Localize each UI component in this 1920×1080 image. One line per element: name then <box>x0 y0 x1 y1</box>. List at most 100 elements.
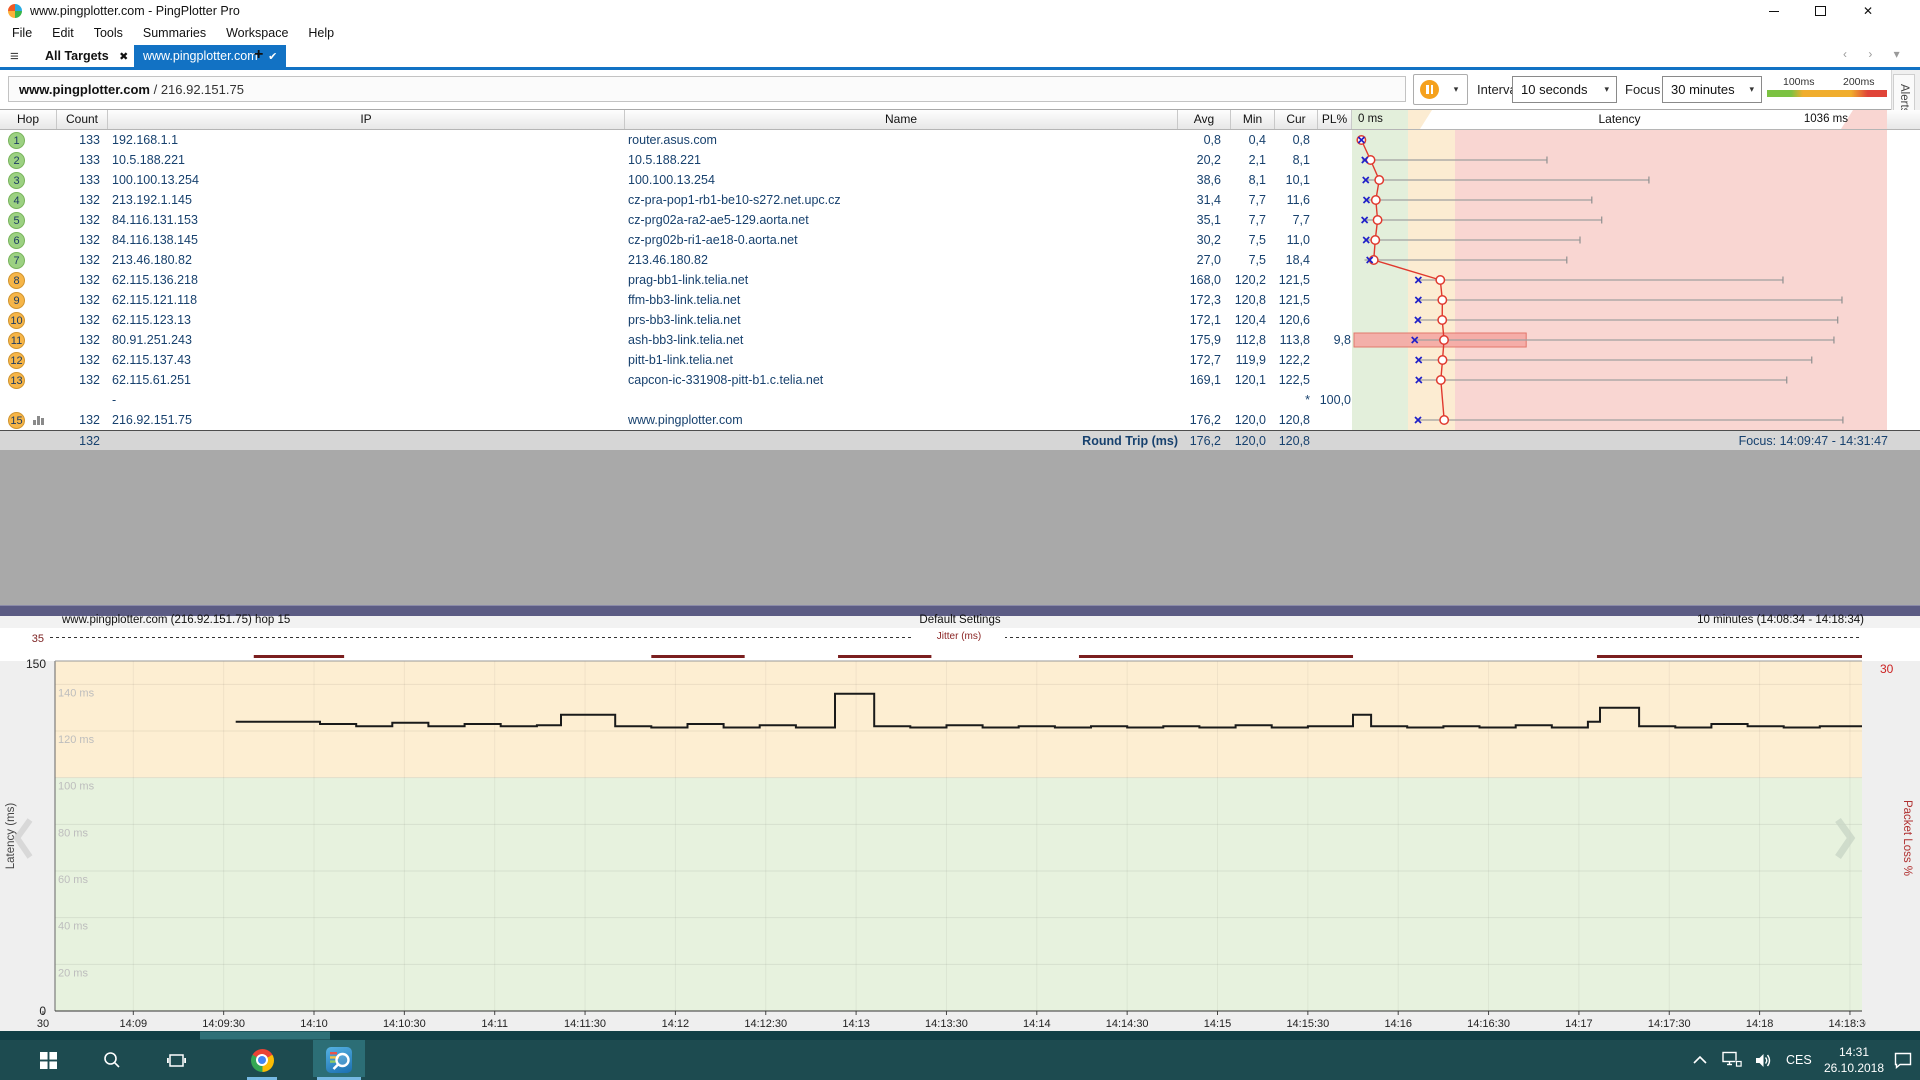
cell-pl <box>1251 170 1351 190</box>
cell-pl <box>1251 250 1351 270</box>
column-header-latency-graph[interactable]: 0 ms Latency 1036 ms <box>1352 110 1887 129</box>
tab-active-label: www.pingplotter.com <box>143 49 258 63</box>
hop-number-badge: 3 <box>8 172 25 189</box>
tray-volume-button[interactable] <box>1754 1040 1786 1080</box>
x-axis-tick-label: 14:14:30 <box>1106 1018 1149 1030</box>
x-axis-tick-label: 14:12 <box>662 1018 690 1030</box>
timeline-header: www.pingplotter.com (216.92.151.75) hop … <box>0 616 1920 628</box>
tab-all-targets[interactable]: All Targets ✖ <box>36 45 137 67</box>
pause-icon <box>1420 80 1439 99</box>
menu-edit[interactable]: Edit <box>42 22 84 45</box>
x-axis-tick-label: 14:14 <box>1023 1018 1051 1030</box>
tab-bar: ≡ All Targets ✖ www.pingplotter.com ✔ + … <box>0 45 1920 70</box>
cell-count: 133 <box>57 130 100 150</box>
tab-scroll-arrows[interactable]: ‹ › ▾ <box>1843 47 1909 61</box>
tray-network-button[interactable] <box>1722 1040 1754 1080</box>
hop-number-badge: 9 <box>8 292 25 309</box>
hop-number-badge: 5 <box>8 212 25 229</box>
target-ip: 216.92.151.75 <box>161 82 244 97</box>
latency-axis-max-label: 1036 ms <box>1804 110 1848 129</box>
right-axis-title: Packet Loss % <box>1901 800 1913 876</box>
tab-active-target[interactable]: www.pingplotter.com ✔ <box>134 45 286 67</box>
hop-number-badge: 13 <box>8 372 25 389</box>
cell-ip: 62.115.137.43 <box>112 350 512 370</box>
cell-ip: 10.5.188.221 <box>112 150 512 170</box>
close-button[interactable]: ✕ <box>1845 0 1891 22</box>
x-axis-tick-label: 14:13 <box>842 1018 870 1030</box>
cell-name: www.pingplotter.com <box>628 410 1173 430</box>
cell-name: prag-bb1-link.telia.net <box>628 270 1173 290</box>
tray-date: 26.10.2018 <box>1816 1060 1892 1076</box>
minimize-button[interactable] <box>1751 0 1797 22</box>
focus-select[interactable]: 30 minutes▾ <box>1662 76 1762 103</box>
column-header-name[interactable]: Name <box>625 110 1178 129</box>
x-axis-tick-label: 14:11:30 <box>564 1018 606 1030</box>
x-axis-tick-label: 14:10:30 <box>383 1018 426 1030</box>
avg-latency-marker <box>1440 336 1448 344</box>
avg-latency-marker <box>1436 276 1444 284</box>
tray-language-indicator[interactable]: CES <box>1786 1040 1816 1080</box>
y-axis-min-label: 0 <box>39 1004 46 1018</box>
interval-select[interactable]: 10 seconds▾ <box>1512 76 1617 103</box>
avg-latency-marker <box>1438 296 1446 304</box>
x-axis-tick-label: 14:16:30 <box>1467 1018 1510 1030</box>
tab-list-menu-icon[interactable]: ≡ <box>10 48 30 65</box>
y-gridline-label: 80 ms <box>58 827 88 839</box>
cell-count: 132 <box>57 370 100 390</box>
jitter-title: Jitter (ms) <box>937 631 981 642</box>
column-header-avg[interactable]: Avg <box>1178 110 1231 129</box>
x-axis-tick-label: 14:16 <box>1384 1018 1412 1030</box>
y-gridline-label: 20 ms <box>58 967 88 979</box>
pingplotter-window: www.pingplotter.com - PingPlotter Pro ✕ … <box>0 0 1920 1080</box>
x-axis-tick-label: 14:12:30 <box>744 1018 787 1030</box>
hop-number-badge: 2 <box>8 152 25 169</box>
tray-show-hidden-icons[interactable] <box>1692 1040 1722 1080</box>
task-view-button[interactable] <box>154 1040 198 1080</box>
taskbar-chrome-button[interactable] <box>240 1040 284 1080</box>
focused-hop-graph-icon <box>32 415 46 425</box>
column-header-min[interactable]: Min <box>1231 110 1275 129</box>
target-separator: / <box>150 82 161 97</box>
column-header-cur[interactable]: Cur <box>1275 110 1318 129</box>
taskbar-pingplotter-button[interactable] <box>313 1040 365 1077</box>
cell-pl <box>1251 210 1351 230</box>
pause-button[interactable] <box>1413 74 1446 105</box>
legend-100ms-label: 100ms <box>1783 76 1815 88</box>
menu-workspace[interactable]: Workspace <box>216 22 298 45</box>
taskbar-search-button[interactable] <box>90 1040 134 1080</box>
hop-number-badge: 8 <box>8 272 25 289</box>
maximize-button[interactable] <box>1797 0 1843 22</box>
pingplotter-app-icon <box>8 4 22 18</box>
focus-label: Focus <box>1625 74 1660 105</box>
close-icon: ✕ <box>1863 5 1873 17</box>
column-header-pl[interactable]: PL% <box>1318 110 1352 129</box>
column-header-count[interactable]: Count <box>57 110 108 129</box>
new-tab-button[interactable]: + <box>254 46 263 64</box>
menu-summaries[interactable]: Summaries <box>133 22 216 45</box>
cell-count: 132 <box>57 250 100 270</box>
menu-help[interactable]: Help <box>298 22 344 45</box>
cell-name: pitt-b1-link.telia.net <box>628 350 1173 370</box>
cell-name: cz-pra-pop1-rb1-be10-s272.net.upc.cz <box>628 190 1173 210</box>
avg-latency-marker <box>1440 416 1448 424</box>
cell-ip: - <box>112 390 512 410</box>
tray-clock[interactable]: 14:31 26.10.2018 <box>1816 1044 1892 1076</box>
cell-name: cz-prg02b-ri1-ae18-0.aorta.net <box>628 230 1173 250</box>
column-header-ip[interactable]: IP <box>108 110 625 129</box>
timeline-scrollbar-thumb[interactable] <box>200 1032 330 1040</box>
chevron-down-icon: ▾ <box>1604 77 1609 102</box>
menu-file[interactable]: File <box>2 22 42 45</box>
avg-latency-marker <box>1438 356 1446 364</box>
tab-close-icon[interactable]: ✖ <box>119 51 128 63</box>
column-header-hop[interactable]: Hop <box>0 110 57 129</box>
menu-tools[interactable]: Tools <box>84 22 133 45</box>
action-center-button[interactable] <box>1894 1040 1920 1080</box>
hop-number-badge: 1 <box>8 132 25 149</box>
target-address: www.pingplotter.com / 216.92.151.75 <box>8 76 1406 102</box>
pause-dropdown-button[interactable]: ▾ <box>1445 74 1468 105</box>
cell-pl <box>1251 290 1351 310</box>
cell-count: 132 <box>57 290 100 310</box>
start-button[interactable] <box>26 1040 70 1080</box>
x-axis-tick-label: 14:15 <box>1204 1018 1232 1030</box>
legend-gradient-bar <box>1767 90 1887 97</box>
